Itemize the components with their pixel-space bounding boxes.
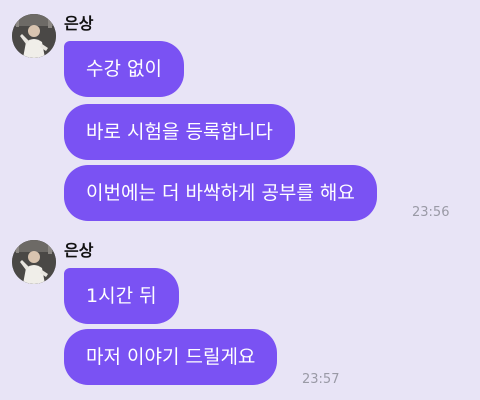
- profile-photo-icon: [12, 14, 56, 58]
- message-timestamp: 23:57: [302, 372, 340, 387]
- sender-name: 은상: [64, 14, 94, 33]
- message-bubble[interactable]: 마저 이야기 드릴게요: [64, 329, 278, 385]
- message-bubble[interactable]: 바로 시험을 등록합니다: [64, 104, 295, 160]
- message-bubble[interactable]: 이번에는 더 바싹하게 공부를 해요: [64, 165, 377, 221]
- avatar[interactable]: [12, 240, 56, 284]
- message-bubble[interactable]: 1시간 뒤: [64, 268, 179, 324]
- message-bubble[interactable]: 수강 없이: [64, 41, 184, 97]
- profile-photo-icon: [12, 240, 56, 284]
- sender-name: 은상: [64, 241, 94, 260]
- avatar[interactable]: [12, 14, 56, 58]
- message-timestamp: 23:56: [412, 205, 450, 220]
